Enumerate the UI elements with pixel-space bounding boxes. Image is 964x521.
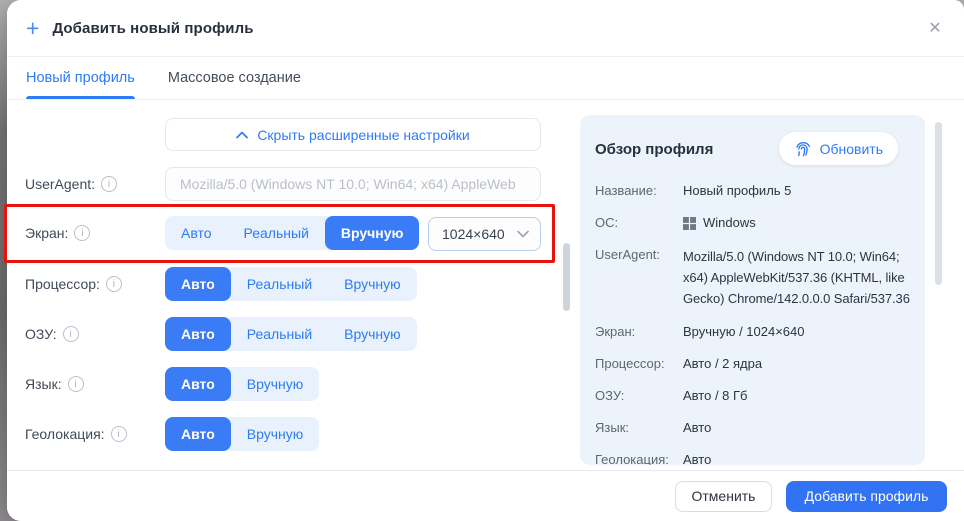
modal-header: Добавить новый профиль <box>7 0 964 57</box>
windows-icon <box>683 217 696 230</box>
language-option-auto[interactable]: Авто <box>165 367 231 401</box>
ram-mode-segment: Авто Реальный Вручную <box>165 317 417 351</box>
refresh-button-label: Обновить <box>820 141 883 157</box>
useragent-row: UserAgent: <box>25 167 565 201</box>
overview-row-cpu: Процессор: Авто / 2 ядра <box>595 355 911 373</box>
add-profile-modal: Добавить новый профиль Новый профиль Мас… <box>7 0 964 521</box>
cpu-option-auto[interactable]: Авто <box>165 267 231 301</box>
add-profile-button[interactable]: Добавить профиль <box>786 481 947 512</box>
ram-option-real[interactable]: Реальный <box>231 317 328 351</box>
cpu-row: Процессор: Авто Реальный Вручную <box>25 267 565 301</box>
info-icon[interactable] <box>101 176 117 192</box>
overview-row-os: ОС: Windows <box>595 214 911 232</box>
language-row: Язык: Авто Вручную <box>25 367 565 401</box>
screen-resolution-select[interactable]: 1024×640 <box>428 217 541 251</box>
overview-row-ram: ОЗУ: Авто / 8 Гб <box>595 387 911 405</box>
hide-advanced-settings-label: Скрыть расширенные настройки <box>257 127 469 143</box>
plus-icon <box>26 17 39 40</box>
overview-row-screen: Экран: Вручную / 1024×640 <box>595 323 911 341</box>
tab-bulk-create[interactable]: Массовое создание <box>168 57 301 99</box>
cpu-label: Процессор: <box>25 276 165 292</box>
cancel-button[interactable]: Отменить <box>675 481 772 512</box>
info-icon[interactable] <box>74 225 90 241</box>
screen-option-auto[interactable]: Авто <box>165 216 228 250</box>
overview-row-name: Название: Новый профиль 5 <box>595 182 911 200</box>
cpu-option-manual[interactable]: Вручную <box>328 267 417 301</box>
chevron-up-icon <box>236 131 248 139</box>
modal-title: Добавить новый профиль <box>52 20 253 37</box>
useragent-input[interactable] <box>165 167 541 201</box>
tab-new-profile[interactable]: Новый профиль <box>26 57 135 99</box>
info-icon[interactable] <box>68 376 84 392</box>
refresh-fingerprint-button[interactable]: Обновить <box>779 132 898 165</box>
useragent-label: UserAgent: <box>25 176 165 192</box>
language-mode-segment: Авто Вручную <box>165 367 319 401</box>
ram-row: ОЗУ: Авто Реальный Вручную <box>25 317 565 351</box>
overview-row-useragent: UserAgent: Mozilla/5.0 (Windows NT 10.0;… <box>595 246 911 309</box>
modal-footer: Отменить Добавить профиль <box>7 470 964 521</box>
tab-bar: Новый профиль Массовое создание <box>7 57 964 100</box>
cpu-mode-segment: Авто Реальный Вручную <box>165 267 417 301</box>
screen-label: Экран: <box>25 225 165 241</box>
hide-advanced-settings-button[interactable]: Скрыть расширенные настройки <box>165 118 541 151</box>
screen-resolution-value: 1024×640 <box>442 226 505 242</box>
screen-mode-segment: Авто Реальный Вручную <box>165 216 419 250</box>
ram-option-auto[interactable]: Авто <box>165 317 231 351</box>
language-label: Язык: <box>25 376 165 392</box>
info-icon[interactable] <box>106 276 122 292</box>
info-icon[interactable] <box>63 326 79 342</box>
overview-scrollbar-thumb[interactable] <box>935 122 942 285</box>
ram-label: ОЗУ: <box>25 326 165 342</box>
geolocation-option-manual[interactable]: Вручную <box>231 417 320 451</box>
overview-row-language: Язык: Авто <box>595 419 911 437</box>
geolocation-option-auto[interactable]: Авто <box>165 417 231 451</box>
ram-option-manual[interactable]: Вручную <box>328 317 417 351</box>
form-scrollbar-thumb[interactable] <box>563 243 570 311</box>
geolocation-row: Геолокация: Авто Вручную <box>25 417 565 451</box>
language-option-manual[interactable]: Вручную <box>231 367 320 401</box>
info-icon[interactable] <box>111 426 127 442</box>
screen-option-manual[interactable]: Вручную <box>325 216 420 250</box>
geolocation-mode-segment: Авто Вручную <box>165 417 319 451</box>
close-icon[interactable] <box>925 18 945 38</box>
cpu-option-real[interactable]: Реальный <box>231 267 328 301</box>
screen-option-real[interactable]: Реальный <box>228 216 325 250</box>
profile-overview-panel: Обзор профиля Обновить Название: Новый п… <box>580 115 925 465</box>
chevron-down-icon <box>517 230 529 238</box>
overview-header: Обзор профиля Обновить <box>595 132 911 182</box>
fingerprint-icon <box>794 140 812 158</box>
overview-row-geolocation: Геолокация: Авто <box>595 451 911 465</box>
overview-title: Обзор профиля <box>595 141 713 158</box>
geolocation-label: Геолокация: <box>25 426 165 442</box>
